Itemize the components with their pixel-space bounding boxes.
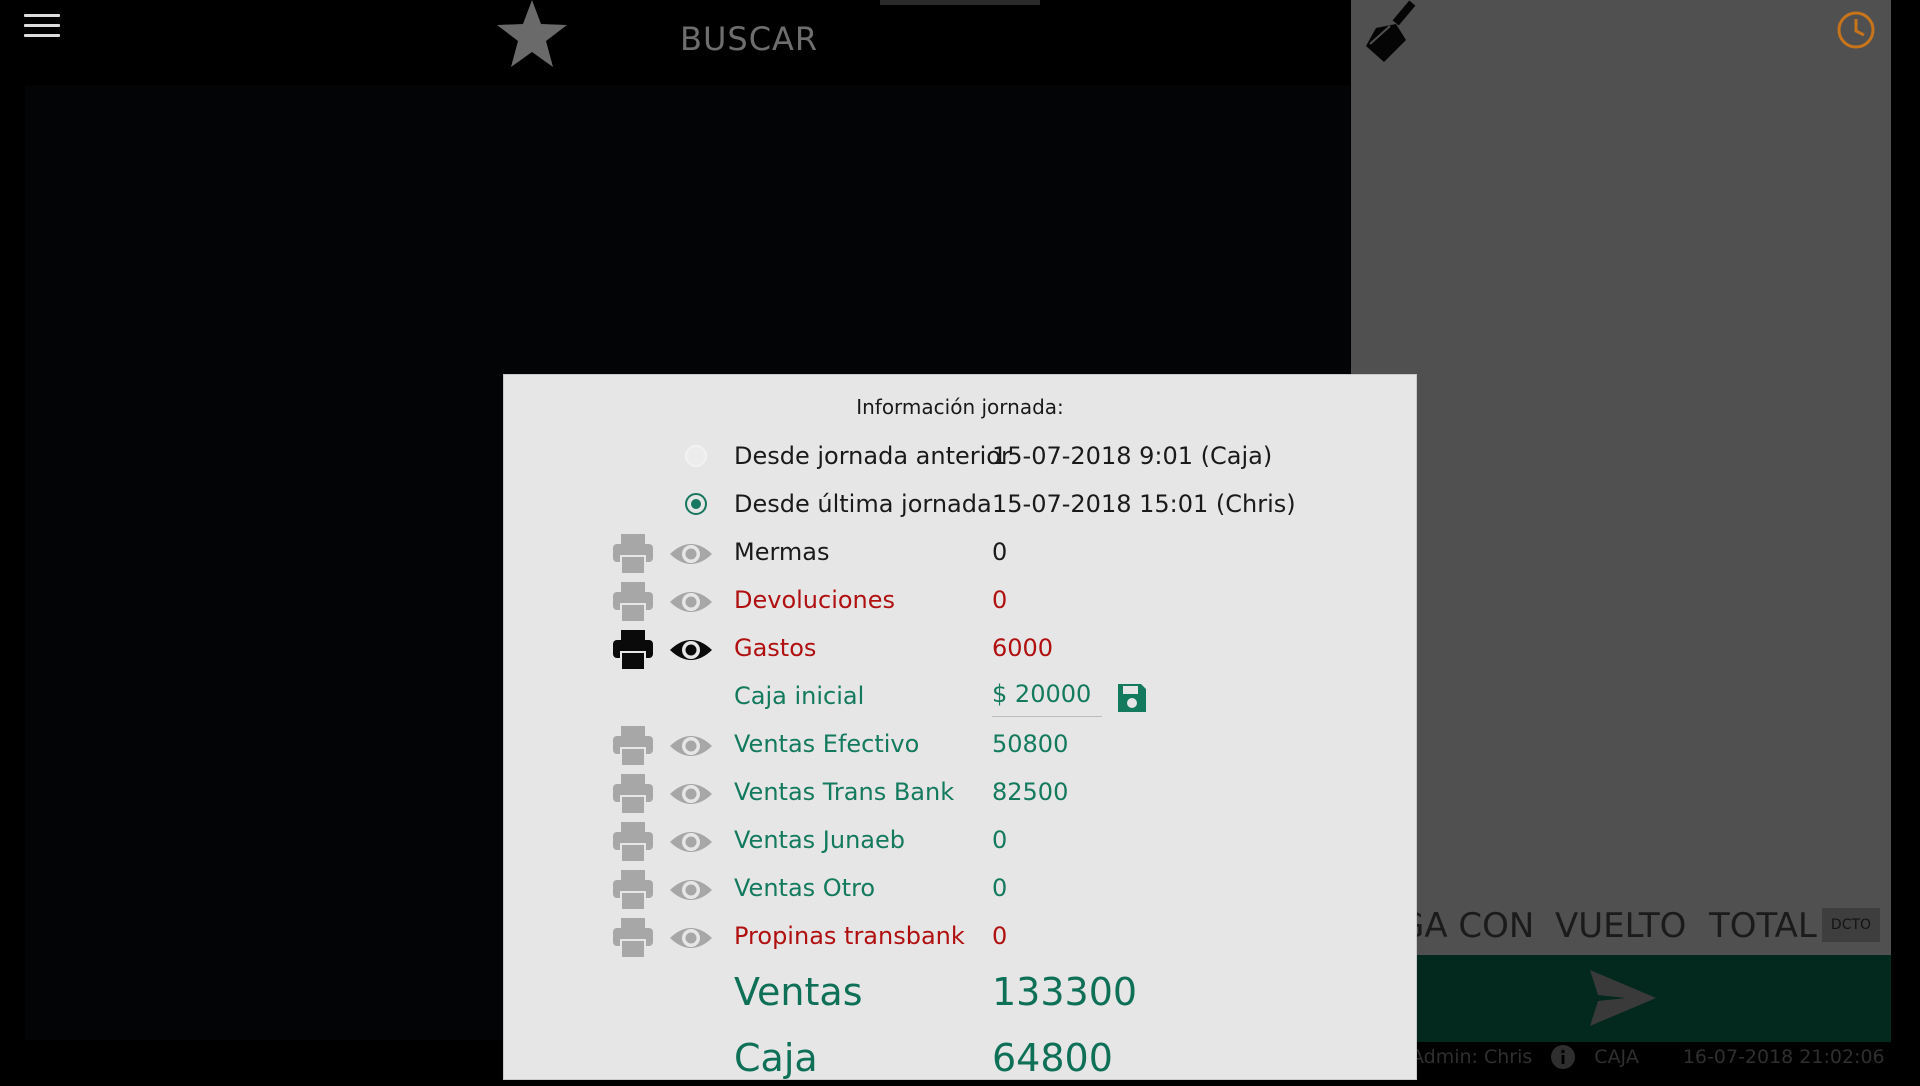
row-label: Ventas Otro bbox=[734, 874, 876, 902]
row-value: 6000 bbox=[992, 634, 1054, 662]
row-label: Mermas bbox=[734, 538, 830, 566]
total-value: 64800 bbox=[992, 1036, 1113, 1080]
row-value: 0 bbox=[992, 538, 1008, 566]
row-value: 0 bbox=[992, 586, 1008, 614]
dialog-title: Información jornada: bbox=[856, 395, 1064, 419]
printer-icon[interactable] bbox=[611, 630, 655, 671]
save-icon[interactable] bbox=[1116, 682, 1148, 714]
total-value: 133300 bbox=[992, 970, 1138, 1014]
printer-icon[interactable] bbox=[611, 870, 655, 911]
option-value: 15-07-2018 9:01 (Caja) bbox=[992, 442, 1273, 470]
star-icon[interactable] bbox=[496, 0, 568, 68]
eye-icon[interactable] bbox=[668, 824, 714, 860]
column-header-vuelto: VUELTO bbox=[1555, 906, 1687, 946]
mode-label: CAJA bbox=[1594, 1046, 1639, 1068]
row-devoluciones: Devoluciones 0 bbox=[504, 582, 1416, 623]
row-gastos: Gastos 6000 bbox=[504, 630, 1416, 671]
menu-icon[interactable] bbox=[24, 14, 60, 40]
total-caja: Caja 64800 bbox=[504, 1036, 1416, 1086]
row-label: Ventas Trans Bank bbox=[734, 778, 955, 806]
column-header-total: TOTAL bbox=[1709, 906, 1817, 946]
eye-icon[interactable] bbox=[668, 536, 714, 572]
clock-icon[interactable] bbox=[1836, 10, 1876, 50]
row-ventas-otro: Ventas Otro 0 bbox=[504, 870, 1416, 911]
printer-icon[interactable] bbox=[611, 822, 655, 863]
row-label: Propinas transbank bbox=[734, 922, 965, 950]
top-tab-indicator bbox=[880, 0, 1040, 5]
printer-icon[interactable] bbox=[611, 918, 655, 959]
row-label: Ventas Efectivo bbox=[734, 730, 920, 758]
row-ventas-efectivo: Ventas Efectivo 50800 bbox=[504, 726, 1416, 767]
radio-previous-shift[interactable] bbox=[685, 445, 707, 467]
row-ventas-junaeb: Ventas Junaeb 0 bbox=[504, 822, 1416, 863]
option-value: 15-07-2018 15:01 (Chris) bbox=[992, 490, 1296, 518]
printer-icon[interactable] bbox=[611, 534, 655, 575]
total-ventas: Ventas 133300 bbox=[504, 970, 1416, 1020]
row-ventas-transbank: Ventas Trans Bank 82500 bbox=[504, 774, 1416, 815]
printer-icon[interactable] bbox=[611, 726, 655, 767]
caja-inicial-value[interactable]: 20000 bbox=[1015, 680, 1091, 708]
info-icon[interactable] bbox=[1550, 1044, 1576, 1070]
admin-user-text: Admin: Chris bbox=[1411, 1046, 1533, 1068]
broom-icon[interactable] bbox=[1362, 0, 1426, 62]
row-propinas-transbank: Propinas transbank 0 bbox=[504, 918, 1416, 959]
search-button[interactable]: BUSCAR bbox=[680, 20, 818, 58]
row-label: Devoluciones bbox=[734, 586, 896, 614]
row-value: 0 bbox=[992, 874, 1008, 902]
row-value: 50800 bbox=[992, 730, 1069, 758]
printer-icon[interactable] bbox=[611, 774, 655, 815]
row-label: Caja inicial bbox=[734, 682, 865, 710]
shift-info-dialog: Información jornada: Desde jornada anter… bbox=[503, 374, 1417, 1080]
eye-icon[interactable] bbox=[668, 632, 714, 668]
row-label: Gastos bbox=[734, 634, 817, 662]
caja-inicial-input[interactable]: $ 20000 bbox=[992, 680, 1102, 717]
row-value: 82500 bbox=[992, 778, 1069, 806]
row-value: 0 bbox=[992, 922, 1008, 950]
option-previous-shift[interactable]: Desde jornada anterior 15-07-2018 9:01 (… bbox=[504, 438, 1416, 478]
option-last-shift[interactable]: Desde última jornada 15-07-2018 15:01 (C… bbox=[504, 486, 1416, 526]
datetime-text: 16-07-2018 21:02:06 bbox=[1682, 1046, 1885, 1068]
column-header-paga-con: GA CON bbox=[1398, 906, 1535, 946]
radio-last-shift[interactable] bbox=[685, 493, 707, 515]
row-label: Ventas Junaeb bbox=[734, 826, 905, 854]
currency-symbol: $ bbox=[992, 680, 1008, 708]
right-edge bbox=[1891, 0, 1920, 1080]
row-mermas: Mermas 0 bbox=[504, 534, 1416, 575]
eye-icon[interactable] bbox=[668, 920, 714, 956]
eye-icon[interactable] bbox=[668, 728, 714, 764]
status-bar: Admin: Chris CAJA 16-07-2018 21:02:06 bbox=[1411, 1044, 1885, 1070]
row-value: 0 bbox=[992, 826, 1008, 854]
eye-icon[interactable] bbox=[668, 776, 714, 812]
option-label: Desde jornada anterior bbox=[734, 442, 1011, 470]
total-label: Ventas bbox=[734, 970, 863, 1014]
row-caja-inicial: Caja inicial $ 20000 bbox=[504, 678, 1416, 718]
discount-button[interactable]: DCTO bbox=[1822, 908, 1880, 942]
printer-icon[interactable] bbox=[611, 582, 655, 623]
option-label: Desde última jornada bbox=[734, 490, 992, 518]
eye-icon[interactable] bbox=[668, 872, 714, 908]
eye-icon[interactable] bbox=[668, 584, 714, 620]
ticket-panel bbox=[1351, 0, 1891, 955]
total-label: Caja bbox=[734, 1036, 818, 1080]
send-icon[interactable] bbox=[1586, 968, 1658, 1028]
